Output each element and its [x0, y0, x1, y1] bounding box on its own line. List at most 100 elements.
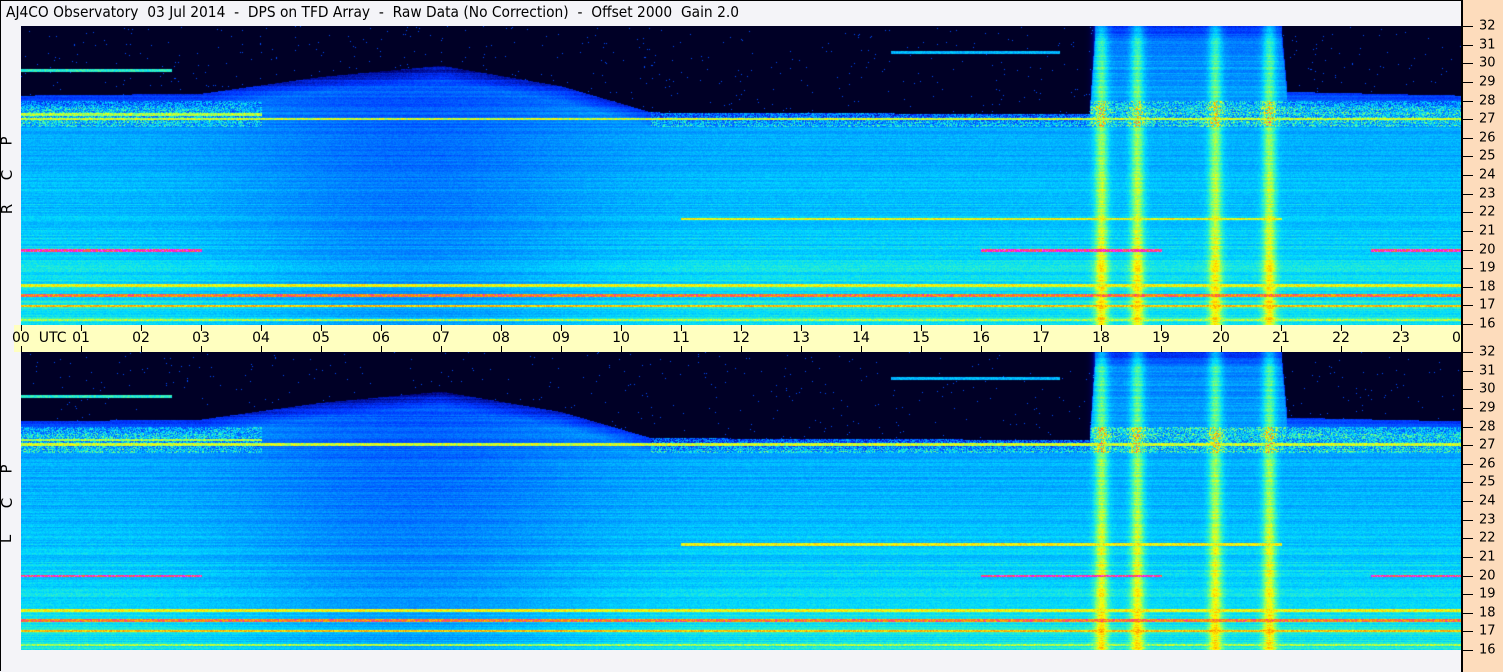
freq-label: 23 — [1479, 186, 1496, 202]
freq-tick — [1463, 352, 1473, 353]
freq-tick — [1463, 63, 1473, 65]
freq-tick — [1463, 556, 1473, 558]
rcp-spectrogram-canvas — [21, 26, 1461, 325]
freq-tick — [1463, 631, 1473, 633]
time-tick-bottom — [561, 346, 562, 352]
freq-tick — [1463, 26, 1473, 27]
time-tick-bottom — [681, 346, 682, 352]
freq-tick — [1463, 137, 1473, 139]
freq-tick — [1463, 594, 1473, 596]
freq-label: 20 — [1479, 568, 1496, 583]
freq-tick — [1463, 175, 1473, 176]
freq-label: 18 — [1479, 279, 1496, 295]
time-label: 01 — [72, 330, 90, 346]
freq-label: 25 — [1479, 148, 1496, 164]
freq-label: 26 — [1479, 456, 1496, 472]
freq-tick — [1463, 212, 1473, 214]
freq-tick — [1463, 463, 1473, 465]
time-label: 22 — [1332, 330, 1350, 346]
freq-tick — [1463, 407, 1473, 409]
freq-tick — [1463, 286, 1473, 288]
time-label: 08 — [492, 330, 510, 346]
freq-label: 17 — [1479, 623, 1496, 639]
time-tick-bottom — [201, 346, 202, 352]
time-label: 02 — [132, 330, 150, 346]
freq-label: 31 — [1479, 363, 1496, 379]
freq-label: 16 — [1479, 316, 1496, 332]
frequency-axis: 16 17 18 19 20 21 22 23 24 25 26 27 28 29 30 31 32 16 17 18… — [1461, 0, 1503, 672]
lcp-label-p: P — [0, 464, 16, 473]
freq-label: 19 — [1479, 586, 1496, 602]
time-label: 18 — [1092, 330, 1110, 346]
freq-label: 32 — [1479, 344, 1496, 360]
freq-tick — [1463, 81, 1473, 83]
time-label: 03 — [192, 330, 210, 346]
freq-label: 28 — [1479, 93, 1496, 108]
freq-tick — [1463, 230, 1473, 232]
freq-tick — [1463, 501, 1473, 502]
freq-label: 24 — [1479, 167, 1496, 183]
freq-tick — [1463, 482, 1473, 484]
time-label: 00 UTC — [12, 330, 67, 346]
freq-label: 22 — [1479, 204, 1496, 220]
freq-tick — [1463, 119, 1473, 121]
time-tick-bottom — [1401, 346, 1402, 352]
time-tick-bottom — [381, 346, 382, 352]
freq-label: 27 — [1479, 111, 1496, 127]
rcp-label-r: R — [0, 203, 17, 215]
freq-tick — [1463, 538, 1473, 540]
freq-tick — [1463, 389, 1473, 391]
freq-label: 25 — [1479, 474, 1496, 490]
time-label: 17 — [1032, 330, 1050, 346]
freq-tick — [1463, 519, 1473, 521]
time-label: 06 — [372, 330, 390, 346]
freq-label: 19 — [1479, 260, 1496, 276]
lcp-label-l: L — [0, 535, 15, 543]
freq-tick — [1463, 370, 1473, 372]
freq-tick — [1463, 445, 1473, 447]
freq-label: 29 — [1479, 74, 1496, 90]
time-label: 23 — [1392, 330, 1410, 346]
time-label: 19 — [1152, 330, 1170, 346]
freq-label: 29 — [1479, 400, 1496, 416]
lcp-spectrogram — [21, 352, 1461, 650]
time-tick-bottom — [921, 346, 922, 352]
time-tick-bottom — [261, 346, 262, 352]
time-label: 04 — [252, 330, 270, 346]
time-tick-bottom — [81, 346, 82, 352]
freq-tick — [1463, 44, 1473, 46]
freq-label: 32 — [1479, 18, 1496, 34]
freq-label: 22 — [1479, 530, 1496, 546]
time-label: 20 — [1212, 330, 1230, 346]
chart-title: AJ4CO Observatory 03 Jul 2014 - DPS on T… — [6, 3, 740, 21]
freq-label: 30 — [1479, 381, 1496, 397]
freq-tick — [1463, 249, 1473, 251]
freq-tick — [1463, 305, 1473, 307]
freq-tick — [1463, 268, 1473, 270]
time-tick-bottom — [1281, 346, 1282, 352]
time-tick-bottom — [141, 346, 142, 352]
time-tick-bottom — [1041, 346, 1042, 352]
freq-label: 30 — [1479, 55, 1496, 71]
time-label: 16 — [972, 330, 990, 346]
time-label: 11 — [672, 330, 690, 346]
time-tick-bottom — [741, 346, 742, 352]
freq-tick — [1463, 324, 1473, 325]
time-tick-bottom — [501, 346, 502, 352]
time-label: 15 — [912, 330, 930, 346]
time-label: 12 — [732, 330, 750, 346]
freq-label: 26 — [1479, 130, 1496, 146]
time-tick-bottom — [861, 346, 862, 352]
freq-tick — [1463, 612, 1473, 614]
freq-label: 28 — [1479, 419, 1496, 434]
freq-tick — [1463, 426, 1473, 428]
time-tick-bottom — [801, 346, 802, 352]
freq-label: 20 — [1479, 242, 1496, 257]
freq-label: 21 — [1479, 549, 1496, 565]
freq-label: 23 — [1479, 512, 1496, 528]
freq-label: 27 — [1479, 437, 1496, 453]
freq-tick — [1463, 100, 1473, 102]
time-label: 13 — [792, 330, 810, 346]
freq-tick — [1463, 193, 1473, 195]
time-tick-bottom — [1341, 346, 1342, 352]
